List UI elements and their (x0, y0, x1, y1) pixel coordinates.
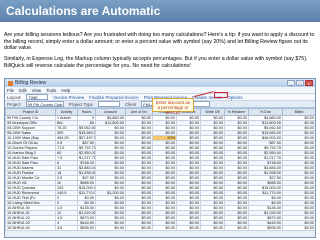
project-type-label: Project Type (68, 101, 93, 107)
discount-callout: Enter discount as a percentage or amount (152, 98, 194, 115)
discount-cell-highlight (214, 92, 228, 98)
menu-view[interactable]: View (32, 88, 41, 93)
grid-cell[interactable]: $57,497.00 (77, 135, 96, 141)
grid-cell[interactable]: $670.00 (77, 215, 96, 221)
grid-cell[interactable]: $0.00 (152, 225, 177, 231)
layout-select[interactable]: TIME (26, 94, 49, 100)
grid-cell[interactable]: $11,770.00 (77, 190, 96, 196)
column-header[interactable]: Write Off (200, 108, 225, 116)
markup-paragraph: Similarly, in Expense Log, the Markup co… (4, 56, 308, 69)
project-type-filter[interactable] (98, 101, 120, 107)
grid-cell[interactable]: $0.00 (282, 225, 315, 231)
grid-cell[interactable]: $0.00 (95, 225, 126, 231)
grid-cell[interactable]: $15,000.00 (77, 185, 96, 191)
grid-cell[interactable]: $0.00 (176, 225, 201, 231)
table-row[interactable]: 10-NHEUI-04 3.5 $595.00 $0.00 $0.00 $0.00 $0.0… (5, 225, 315, 231)
billing-grid: Project ID Activity Hours Amount Amt of Inv%… (5, 108, 315, 231)
app-icon (8, 80, 13, 86)
column-header[interactable]: Amount (95, 108, 126, 116)
column-header[interactable]: Amt of Inv (125, 108, 153, 116)
grid-cell[interactable]: $2,950.00 (77, 150, 96, 156)
menu-file[interactable]: File (7, 88, 14, 93)
slide-title: Calculations are Automatic (0, 0, 320, 22)
grid-cell[interactable]: $985.00 (77, 180, 96, 186)
window-titlebar[interactable]: Billing Review _ □ x (5, 79, 315, 87)
column-header[interactable]: % Due (248, 108, 283, 116)
finalize-prepared-link[interactable]: Finalize Prepared Invoice (89, 95, 139, 100)
grid-cell[interactable]: $0.00 (125, 225, 153, 231)
grid-cell[interactable]: $595.00 (248, 225, 283, 231)
column-header[interactable]: Hours (77, 108, 96, 116)
column-header[interactable]: % Retainer (224, 108, 249, 116)
layout-label: Layout: (7, 94, 22, 100)
menu-help[interactable]: Help (61, 88, 70, 93)
options-link[interactable]: Options (227, 95, 242, 100)
grid-cell[interactable]: $9,062.50 (77, 125, 96, 131)
grid-cell[interactable]: $9,792.75 (77, 145, 96, 151)
column-header[interactable]: Project ID (5, 108, 56, 116)
grid-cell[interactable]: $595.00 (77, 225, 96, 231)
grid-cell[interactable]: $0.00 (200, 225, 225, 231)
project-filter[interactable]: 99 Pth County Club (25, 101, 64, 107)
close-button[interactable]: x (305, 80, 313, 86)
grid-cell[interactable]: $440.00 (77, 220, 96, 226)
column-header[interactable]: Billed (282, 108, 315, 116)
grid-cell[interactable]: $15,960.00 (77, 130, 96, 136)
column-header[interactable]: Activity (55, 108, 78, 116)
grid-cell[interactable]: 3.5 (55, 225, 78, 231)
menu-tools[interactable]: Tools (46, 88, 56, 93)
project-label: Project (7, 101, 21, 107)
menu-edit[interactable]: Edit (19, 88, 27, 93)
grid-cell[interactable]: $1,938.00 (77, 170, 96, 176)
client-label: Client (125, 101, 137, 107)
grid-cell[interactable]: 10-NHEUI-04 (5, 225, 56, 231)
grid-cell[interactable]: $1,020.00 (77, 210, 96, 216)
grid-cell[interactable]: $1,217.75 (77, 155, 96, 161)
grid-cell[interactable]: $3,883.00 (77, 165, 96, 171)
grid-cell[interactable]: $0.00 (224, 225, 249, 231)
maximize-button[interactable]: □ (296, 80, 304, 86)
invoice-preview-link[interactable]: Invoice Preview (53, 95, 84, 100)
grid-cell[interactable]: $748.00 (77, 160, 96, 166)
minimize-button[interactable]: _ (287, 80, 295, 86)
menu-bar: File Edit View Tools Help (5, 87, 315, 94)
window-title: Billing Review (15, 80, 47, 86)
grid-cell[interactable]: $135.00 (77, 205, 96, 211)
intro-paragraph: Are your billing sessions tedious? Are y… (4, 32, 315, 52)
